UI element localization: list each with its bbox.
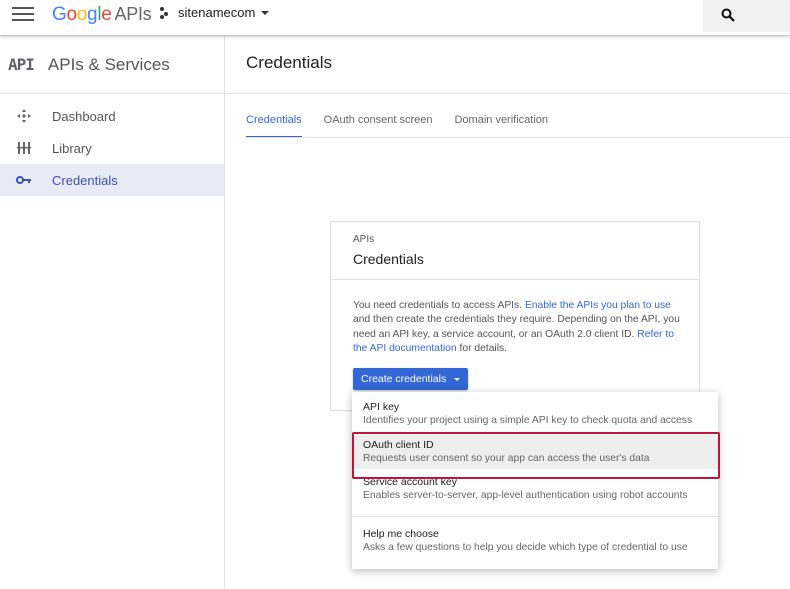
sidebar: API APIs & Services Dashboard Library Cr… [0, 36, 225, 589]
chevron-down-icon [454, 377, 461, 381]
sidebar-item-label: Dashboard [52, 108, 116, 124]
tabs-divider [246, 137, 790, 138]
key-icon [16, 172, 32, 188]
menu-item-title: Service account key [363, 476, 457, 488]
chevron-down-icon [261, 10, 270, 15]
tab-oauth-consent-screen[interactable]: OAuth consent screen [324, 114, 433, 138]
sidebar-item-label: Library [52, 140, 92, 156]
tab-credentials[interactable]: Credentials [246, 114, 302, 138]
tab-bar: Credentials OAuth consent screen Domain … [246, 114, 570, 138]
menu-item-title: OAuth client ID [363, 439, 434, 451]
sidebar-header: API APIs & Services [0, 36, 224, 94]
menu-item-description: Enables server-to-server, app-level auth… [363, 490, 688, 501]
sidebar-title: APIs & Services [47, 54, 170, 74]
credentials-card: APIs Credentials You need credentials to… [330, 221, 700, 411]
menu-icon[interactable] [12, 7, 34, 23]
project-name: sitenamecom [178, 5, 256, 20]
sidebar-item-label: Credentials [52, 172, 118, 188]
page-title: Credentials [246, 53, 332, 72]
card-eyebrow: APIs [353, 234, 375, 245]
header-divider [225, 93, 790, 94]
sidebar-item-library[interactable]: Library [0, 132, 224, 164]
menu-item-api-key[interactable]: API key Identifies your project using a … [352, 400, 718, 434]
enable-apis-link[interactable]: Enable the APIs you plan to use [525, 300, 671, 311]
sidebar-item-dashboard[interactable]: Dashboard [0, 100, 224, 132]
sidebar-item-credentials[interactable]: Credentials [0, 164, 224, 196]
card-description: You need credentials to access APIs. Ena… [353, 300, 680, 354]
card-divider [331, 279, 699, 280]
library-icon [16, 140, 32, 156]
search-icon [721, 8, 735, 22]
menu-item-description: Asks a few questions to help you decide … [363, 542, 688, 553]
project-selector[interactable]: sitenamecom [160, 5, 270, 20]
menu-item-description: Identifies your project using a simple A… [363, 415, 693, 426]
create-credentials-button[interactable]: Create credentials [353, 368, 469, 390]
menu-divider [352, 516, 718, 517]
menu-item-title: Help me choose [363, 528, 439, 540]
google-apis-logo[interactable]: Google APIs [52, 4, 152, 26]
create-credentials-label: Create credentials [361, 373, 447, 385]
tab-domain-verification[interactable]: Domain verification [454, 114, 548, 138]
create-credentials-menu: API key Identifies your project using a … [352, 392, 718, 569]
menu-item-oauth-client-id[interactable]: OAuth client ID Requests user consent so… [352, 435, 718, 469]
search-button[interactable] [703, 0, 790, 32]
menu-item-title: API key [363, 401, 400, 413]
card-title: Credentials [353, 251, 424, 267]
menu-item-help-me-choose[interactable]: Help me choose Asks a few questions to h… [352, 527, 718, 561]
api-logo-mark: API [8, 55, 35, 74]
dashboard-icon [16, 108, 32, 124]
menu-item-description: Requests user consent so your app can ac… [363, 453, 650, 464]
menu-item-service-account-key[interactable]: Service account key Enables server-to-se… [352, 475, 718, 509]
top-bar: Google APIs sitenamecom [0, 0, 790, 36]
project-icon [160, 6, 172, 19]
